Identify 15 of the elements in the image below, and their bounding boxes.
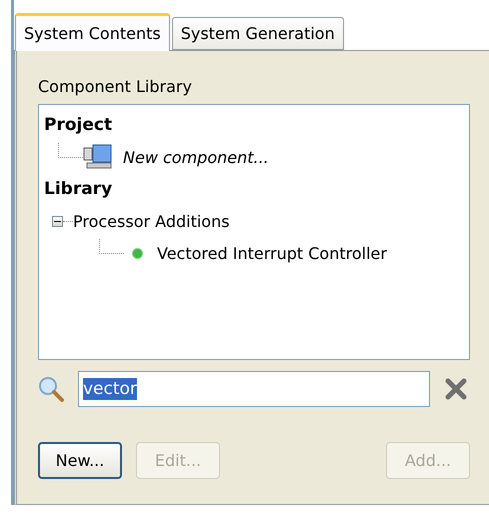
collapse-icon[interactable] [52, 216, 63, 226]
tab[interactable]: System Contents [15, 13, 170, 51]
computer-icon [83, 144, 113, 170]
clear-icon[interactable] [444, 377, 468, 401]
tree-item[interactable]: Vectored Interrupt Controller [157, 244, 387, 262]
search-icon [38, 376, 64, 402]
status-dot-icon [132, 248, 143, 258]
action-button[interactable]: New... [38, 442, 122, 479]
tree-heading: Library [44, 179, 112, 199]
tree-item[interactable]: New component... [123, 148, 269, 166]
search-field[interactable]: vector [78, 371, 430, 407]
tree-heading: Project [44, 115, 112, 135]
tab[interactable]: System Generation [172, 17, 344, 50]
tree-item[interactable]: Processor Additions [73, 212, 230, 230]
section-label: Component Library [38, 77, 193, 96]
